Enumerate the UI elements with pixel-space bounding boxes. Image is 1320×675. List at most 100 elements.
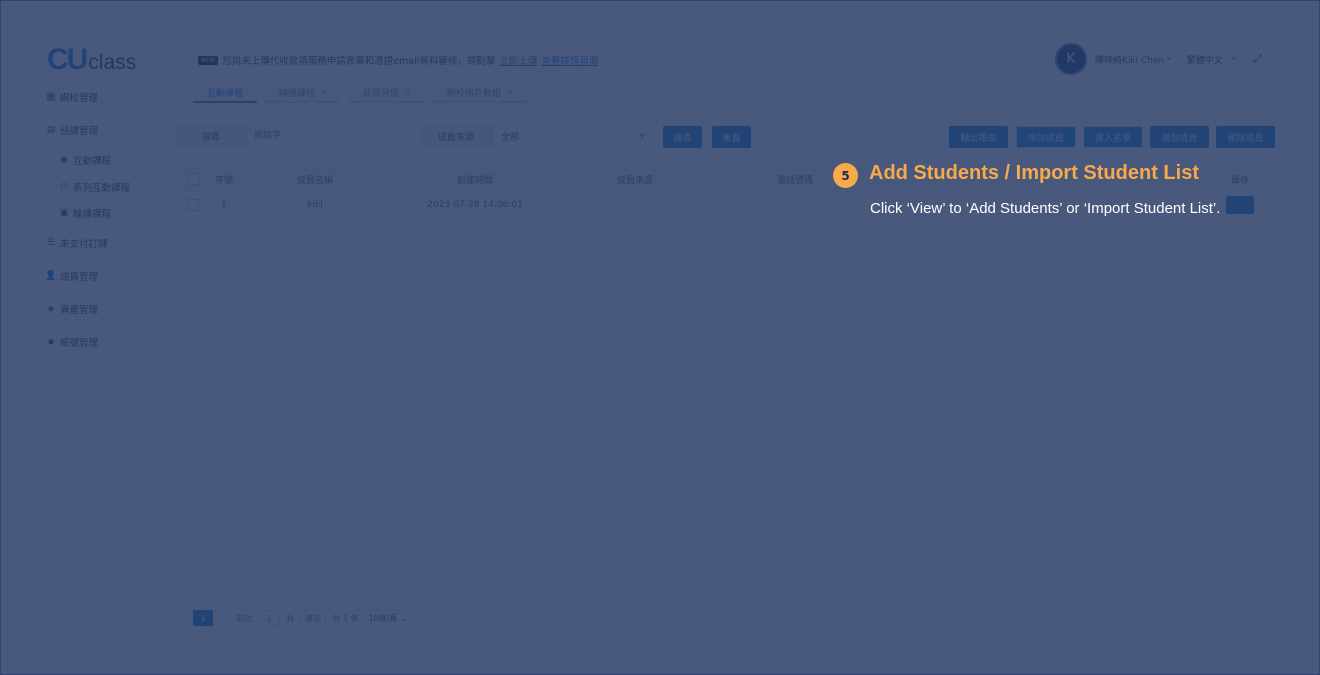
source-value: 全部 [501,132,520,143]
tab-label: 互動課程 [207,88,244,99]
goto-input[interactable]: 1 [258,610,281,626]
eye-icon: ◉ [60,155,68,165]
tab-interactive-course[interactable]: 互動課程 [193,83,258,103]
col-actions: 操作 [1230,175,1249,186]
sidebar-item-label: 成員管理 [60,272,99,283]
users-icon: ⚇ [59,182,69,192]
sidebar-item-label: 網校管理 [60,93,99,104]
add-member-button[interactable]: 增加成員 [1016,126,1076,148]
sidebar-item-series-course[interactable]: ⚇ 系列互動課程 [59,180,130,194]
tab-recorded-course[interactable]: 線播課程 ✕ [265,83,341,103]
member-table: 序號 成員名稱 創建時間 成員來源 電話號碼 操作 1 kiki 2023-07… [176,165,1288,605]
user-menu[interactable]: 陳映綺Kiki Chen ▾ [1095,53,1171,66]
new-badge: NEW [198,55,219,65]
pagination: ‹ 1 › 前往 1 頁 確定 共 1 條 10條/頁 ⌄ [176,609,412,627]
app-window: CU class NEW 您尚未上傳代收款項服務申請表單和憑證email資料審核… [0,0,1320,675]
avatar[interactable]: K [1055,43,1087,75]
col-index: 序號 [215,175,234,186]
col-phone: 電話號碼 [776,175,813,186]
step-number: 5 [833,163,858,188]
close-icon[interactable]: ✕ [507,88,513,96]
tooltip-title: Add Students / Import Student List [869,162,1199,184]
sidebar-item-recorded-course[interactable]: ▣ 線播課程 [59,206,111,220]
document-icon: ▤ [46,125,56,135]
expand-icon[interactable]: ⤢ [1253,52,1262,66]
row-phone [745,192,845,218]
sidebar-item-label: 班課管理 [60,126,99,137]
tab-label: 成員管理 [362,88,399,99]
delete-member-button[interactable]: 刪除成員 [1216,126,1275,148]
search-input[interactable] [246,125,406,147]
tab-member-management[interactable]: 成員管理 ✕ [348,83,425,103]
sidebar: 🏛 網校管理 ▤ 班課管理 ◉ 互動課程 ⚇ 系列互動課程 ▣ 線播課程 ☰ 未… [31,83,166,633]
bank-icon: 🏛 [45,92,57,102]
logo-text: class [88,51,137,74]
import-list-button[interactable]: 匯入名單 [1083,126,1143,148]
close-icon[interactable]: ✕ [321,88,327,96]
sidebar-item-classes[interactable]: ▤ 班課管理 [46,123,98,137]
user-area: K 陳映綺Kiki Chen ▾ 繁體中文 ▾ ⤢ [1055,43,1262,75]
row-index: 1 [221,200,227,210]
close-icon[interactable]: ✕ [405,88,411,96]
source-label: 成員來源 [420,125,492,147]
film-icon: ▣ [59,208,69,218]
user-icon: 👤 [45,271,57,281]
chevron-down-icon: ⌄ [400,613,408,623]
search-button[interactable]: 搜尋 [663,126,702,148]
cuclass-logo[interactable]: CU class [47,45,136,75]
tooltip-description: Click ‘View’ to ‘Add Students’ or ‘Impor… [870,200,1221,217]
sidebar-item-label: 未支付訂課 [60,239,108,250]
row-name: kiki [307,200,323,210]
tab-label: 網校用戶數組 [446,88,501,99]
member-panel: 搜尋 成員來源 全部 ▼ 搜尋 重置 輸出報表 增加成員 匯入名單 複製成員 刪… [176,121,1288,633]
language-label: 繁體中文 [1186,55,1223,66]
view-details-link[interactable]: 查看詳情頁面 [541,53,598,67]
tab-label: 線播課程 [279,88,316,99]
page-1-button[interactable]: 1 [193,610,214,626]
row-source: - [633,200,637,210]
select-all-checkbox[interactable] [187,173,199,185]
user-name: 陳映綺Kiki Chen [1095,55,1165,66]
diamond-icon: ◈ [47,304,55,314]
list-icon: ☰ [46,238,56,248]
sidebar-item-label: 資產管理 [60,305,99,316]
tab-bar: 互動課程 線播課程 ✕ 成員管理 ✕ 網校用戶數組 ✕ [193,83,527,103]
sidebar-item-assets[interactable]: ◈ 資產管理 [46,302,98,316]
upload-now-link[interactable]: 立即上傳 [499,53,537,67]
chevron-left-icon[interactable]: ‹ [176,614,187,623]
sidebar-item-label: 線播課程 [73,209,112,220]
tab-school-users[interactable]: 網校用戶數組 ✕ [432,83,527,103]
page-size-value: 10條/頁 [368,613,398,623]
page-size-select[interactable]: 10條/頁 ⌄ [364,610,412,626]
chevron-down-icon: ▾ [1231,55,1236,63]
sidebar-item-members[interactable]: 👤 成員管理 [45,269,99,283]
row-created: 2023-07-28 14:06:01 [427,200,523,210]
confirm-button[interactable]: 確定 [300,610,327,626]
sidebar-item-label: 帳號管理 [60,338,99,349]
source-select[interactable]: 全部 ▼ [492,125,654,147]
col-source: 成員來源 [616,175,653,186]
row-actions [1225,192,1255,218]
total-count: 共 1 條 [332,613,359,623]
notice-bar: NEW 您尚未上傳代收款項服務申請表單和憑證email資料審核，請點擊 立即上傳… [198,53,598,67]
sidebar-item-unpaid[interactable]: ☰ 未支付訂課 [46,236,108,250]
sidebar-item-label: 互動課程 [73,156,112,167]
reset-button[interactable]: 重置 [712,126,751,148]
sidebar-item-school[interactable]: 🏛 網校管理 [45,90,99,104]
view-button[interactable] [1226,196,1254,214]
row-checkbox[interactable] [187,199,199,211]
goto-label: 前往 [236,613,253,623]
export-report-button[interactable]: 輸出報表 [949,126,1008,148]
sidebar-item-account[interactable]: ▪ 帳號管理 [46,335,98,349]
briefcase-icon: ▪ [47,337,55,347]
col-name: 成員名稱 [296,175,333,186]
language-select[interactable]: 繁體中文 ▾ [1187,53,1236,66]
sidebar-item-interactive-course[interactable]: ◉ 互動課程 [59,153,111,167]
row-select-cell [187,192,199,218]
chevron-down-icon: ▾ [1167,55,1171,63]
logo-mark: CU [47,43,88,76]
chevron-right-icon[interactable]: › [219,614,230,623]
notice-text: 您尚未上傳代收款項服務申請表單和憑證email資料審核，請點擊 [222,56,496,67]
copy-member-button[interactable]: 複製成員 [1150,126,1209,148]
search-label: 搜尋 [176,125,246,147]
